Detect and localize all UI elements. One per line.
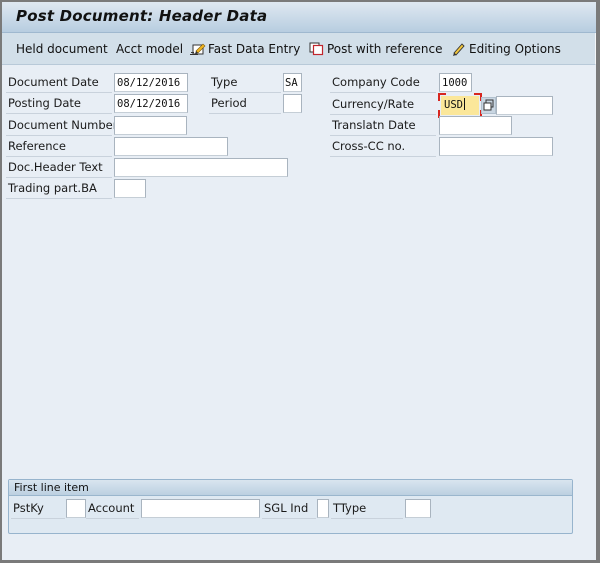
post-with-reference-label: Post with reference (327, 42, 443, 56)
currency-value: USD (444, 99, 463, 111)
document-date-field[interactable] (114, 73, 188, 92)
title-bar: Post Document: Header Data (2, 2, 596, 33)
trading-part-ba-label: Trading part.BA (6, 179, 112, 199)
translatn-date-field[interactable] (439, 116, 512, 135)
text-cursor (463, 98, 465, 110)
reference-field[interactable] (114, 137, 228, 156)
pstky-label: PstKy (11, 499, 65, 519)
period-label: Period (209, 94, 281, 114)
value-help-icon (483, 99, 494, 111)
post-with-reference-button[interactable]: Post with reference (309, 42, 443, 56)
translatn-date-label: Translatn Date (330, 116, 436, 136)
copy-document-icon (309, 42, 325, 56)
cross-cc-no-label: Cross-CC no. (330, 137, 436, 157)
value-help-button[interactable] (481, 97, 496, 114)
type-label: Type (209, 73, 281, 93)
ttype-label: TType (331, 499, 403, 519)
doc-header-text-field[interactable] (114, 158, 288, 177)
company-code-field[interactable] (439, 73, 472, 92)
type-field[interactable] (283, 73, 302, 92)
held-document-button[interactable]: Held document (16, 42, 108, 56)
fast-entry-icon (190, 42, 206, 56)
document-date-label: Document Date (6, 73, 112, 93)
pstky-field[interactable] (66, 499, 86, 518)
currency-field[interactable]: USD (441, 96, 479, 115)
exchange-rate-field[interactable] (496, 96, 553, 115)
currency-rate-label: Currency/Rate (330, 95, 436, 115)
group-title: First line item (14, 481, 89, 494)
account-label: Account (86, 499, 139, 519)
reference-label: Reference (6, 137, 112, 157)
trading-part-ba-field[interactable] (114, 179, 146, 198)
fast-data-entry-button[interactable]: Fast Data Entry (190, 42, 300, 56)
document-number-field[interactable] (114, 116, 187, 135)
period-field[interactable] (283, 94, 302, 113)
sgl-ind-label: SGL Ind (262, 499, 316, 519)
company-code-label: Company Code (330, 73, 436, 93)
held-document-label: Held document (16, 42, 108, 56)
acct-model-label: Acct model (116, 42, 184, 56)
posting-date-label: Posting Date (6, 94, 112, 114)
account-field[interactable] (141, 499, 260, 518)
sap-window: Post Document: Header Data Held document… (2, 2, 596, 560)
editing-options-label: Editing Options (469, 42, 561, 56)
document-number-label: Document Number (6, 116, 117, 136)
fast-data-entry-label: Fast Data Entry (208, 42, 301, 56)
editing-options-button[interactable]: Editing Options (451, 42, 561, 56)
doc-header-text-label: Doc.Header Text (6, 158, 112, 178)
group-header: First line item (9, 480, 572, 496)
ttype-field[interactable] (405, 499, 431, 518)
posting-date-field[interactable] (114, 94, 188, 113)
application-toolbar: Held document Acct model Fast Data Entry (2, 33, 596, 65)
acct-model-button[interactable]: Acct model (116, 42, 183, 56)
cross-cc-no-field[interactable] (439, 137, 553, 156)
sgl-ind-field[interactable] (317, 499, 329, 518)
pencil-icon (451, 42, 467, 56)
page-title: Post Document: Header Data (16, 7, 268, 25)
